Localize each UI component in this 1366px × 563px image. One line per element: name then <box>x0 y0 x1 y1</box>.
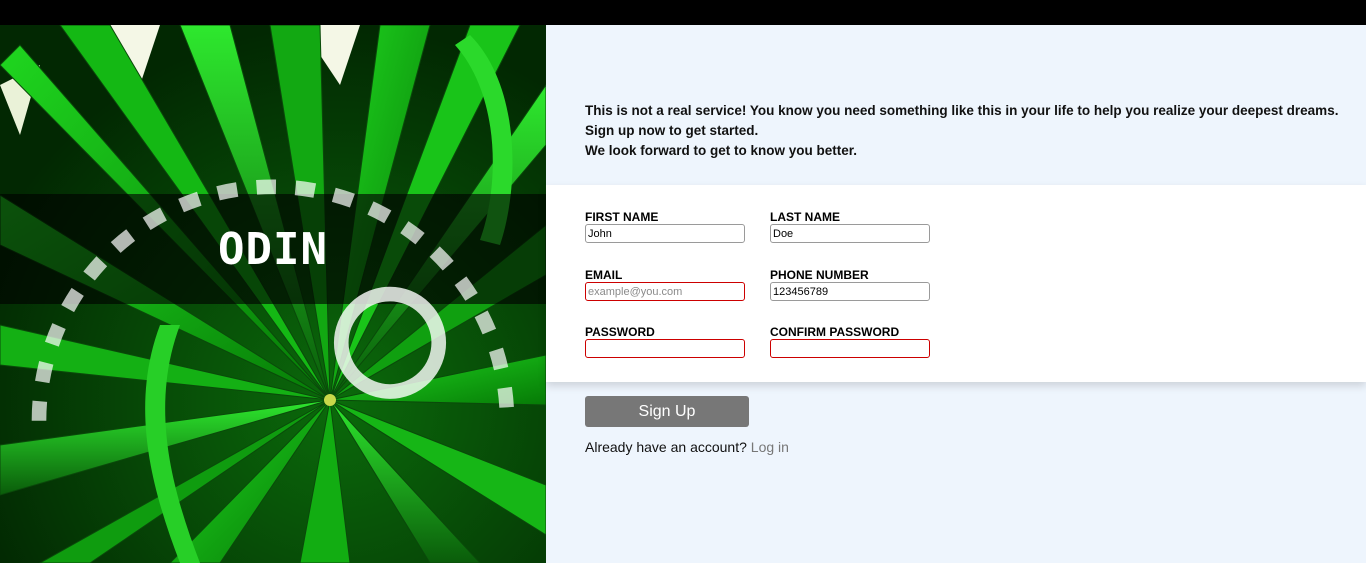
login-prompt: Already have an account? Log in <box>585 439 789 455</box>
password-input[interactable] <box>585 339 745 358</box>
email-label: EMAIL <box>585 268 623 282</box>
login-link[interactable]: Log in <box>751 439 789 455</box>
top-black-bar <box>0 0 1366 25</box>
intro-line-3: We look forward to get to know you bette… <box>585 143 858 158</box>
last-name-field-group: LAST NAME <box>770 210 930 243</box>
photo-credit-watermark-icon <box>31 179 515 421</box>
intro-text: This is not a real service! You know you… <box>585 101 1345 161</box>
signup-button[interactable]: Sign Up <box>585 396 749 427</box>
password-label: PASSWORD <box>585 325 655 339</box>
hero-image-panel: ODIN <box>0 25 546 563</box>
login-prompt-text: Already have an account? <box>585 439 747 455</box>
first-name-input[interactable] <box>585 224 745 243</box>
email-field-group: EMAIL <box>585 268 745 301</box>
last-name-input[interactable] <box>770 224 930 243</box>
last-name-label: LAST NAME <box>770 210 840 224</box>
confirm-password-input[interactable] <box>770 339 930 358</box>
phone-label: PHONE NUMBER <box>770 268 869 282</box>
first-name-label: FIRST NAME <box>585 210 659 224</box>
intro-line-1: This is not a real service! You know you… <box>585 103 1339 118</box>
phone-field-group: PHONE NUMBER <box>770 268 930 301</box>
signup-form: FIRST NAME LAST NAME EMAIL PHONE NUMBER … <box>546 185 1366 382</box>
confirm-password-label: CONFIRM PASSWORD <box>770 325 900 339</box>
password-field-group: PASSWORD <box>585 325 745 358</box>
confirm-password-field-group: CONFIRM PASSWORD <box>770 325 930 358</box>
first-name-field-group: FIRST NAME <box>585 210 745 243</box>
signup-content: This is not a real service! You know you… <box>546 25 1366 563</box>
intro-line-2: Sign up now to get started. <box>585 123 759 138</box>
phone-input[interactable] <box>770 282 930 301</box>
email-input[interactable] <box>585 282 745 301</box>
